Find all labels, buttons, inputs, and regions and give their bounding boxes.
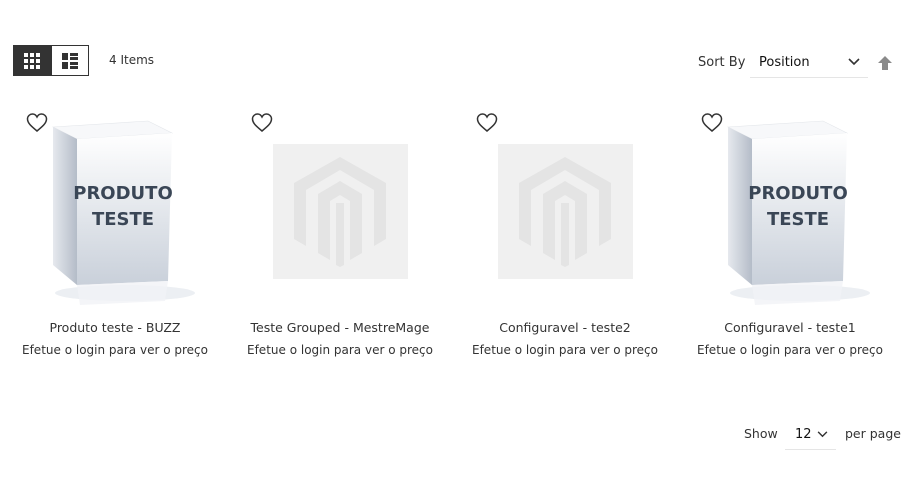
list-mode-button[interactable]: [50, 46, 88, 75]
product-box-image: PRODUTO TESTE: [726, 120, 870, 305]
product-image[interactable]: [475, 115, 655, 307]
amount-text: 4 Items: [109, 53, 155, 67]
heart-icon: [476, 113, 498, 132]
product-price: Efetue o login para ver o preço: [22, 343, 208, 357]
chevron-down-icon: [848, 58, 860, 66]
view-mode-switch: [13, 45, 89, 76]
sorter-label: Sort By: [698, 55, 746, 70]
placeholder-image: [497, 143, 633, 279]
product-image[interactable]: PRODUTO TESTE: [700, 115, 880, 307]
magento-logo-icon: [294, 157, 386, 267]
product-item: PRODUTO TESTE Produto teste - BUZZ Efetu…: [0, 105, 225, 370]
product-price: Efetue o login para ver o preço: [247, 343, 433, 357]
box-label-line2: TESTE: [767, 209, 829, 230]
toolbar-bottom: Show 12 per page: [0, 410, 906, 460]
sorter-select[interactable]: Position: [750, 47, 868, 78]
product-grid: PRODUTO TESTE Produto teste - BUZZ Efetu…: [0, 105, 906, 375]
wishlist-button[interactable]: [476, 113, 498, 133]
product-name[interactable]: Configuravel - teste1: [675, 320, 905, 335]
limiter-value: 12: [795, 427, 812, 442]
placeholder-image: [272, 143, 408, 279]
wishlist-button[interactable]: [251, 113, 273, 133]
heart-icon: [26, 113, 48, 132]
magento-logo-icon: [519, 157, 611, 267]
product-name[interactable]: Configuravel - teste2: [450, 320, 680, 335]
product-item: Configuravel - teste2 Efetue o login par…: [450, 105, 675, 370]
wishlist-button[interactable]: [701, 113, 723, 133]
product-price: Efetue o login para ver o preço: [472, 343, 658, 357]
product-name[interactable]: Teste Grouped - MestreMage: [225, 320, 455, 335]
list-icon: [61, 52, 78, 69]
wishlist-button[interactable]: [26, 113, 48, 133]
grid-icon: [24, 52, 41, 69]
limiter-select[interactable]: 12: [785, 420, 836, 450]
sort-direction-button[interactable]: [876, 54, 894, 72]
box-label-line1: PRODUTO: [748, 183, 848, 204]
product-image[interactable]: PRODUTO TESTE: [25, 115, 205, 307]
limiter-show-label: Show: [744, 426, 778, 441]
product-item: Teste Grouped - MestreMage Efetue o logi…: [225, 105, 450, 370]
limiter-per-page-label: per page: [845, 426, 901, 441]
heart-icon: [701, 113, 723, 132]
sorter-value: Position: [759, 54, 810, 70]
product-name[interactable]: Produto teste - BUZZ: [0, 320, 230, 335]
chevron-down-icon: [817, 431, 828, 438]
toolbar-amount: 4 Items: [109, 53, 154, 67]
arrow-up-icon: [878, 56, 892, 70]
grid-mode-button[interactable]: [14, 46, 51, 75]
product-image[interactable]: [250, 115, 430, 307]
box-label-line1: PRODUTO: [73, 183, 173, 204]
box-label-line2: TESTE: [92, 209, 154, 230]
product-box-image: PRODUTO TESTE: [51, 120, 195, 305]
heart-icon: [251, 113, 273, 132]
product-item: PRODUTO TESTE Configuravel - teste1 Efet…: [675, 105, 900, 370]
product-price: Efetue o login para ver o preço: [697, 343, 883, 357]
toolbar-top: 4 Items Sort By Position: [0, 0, 906, 100]
